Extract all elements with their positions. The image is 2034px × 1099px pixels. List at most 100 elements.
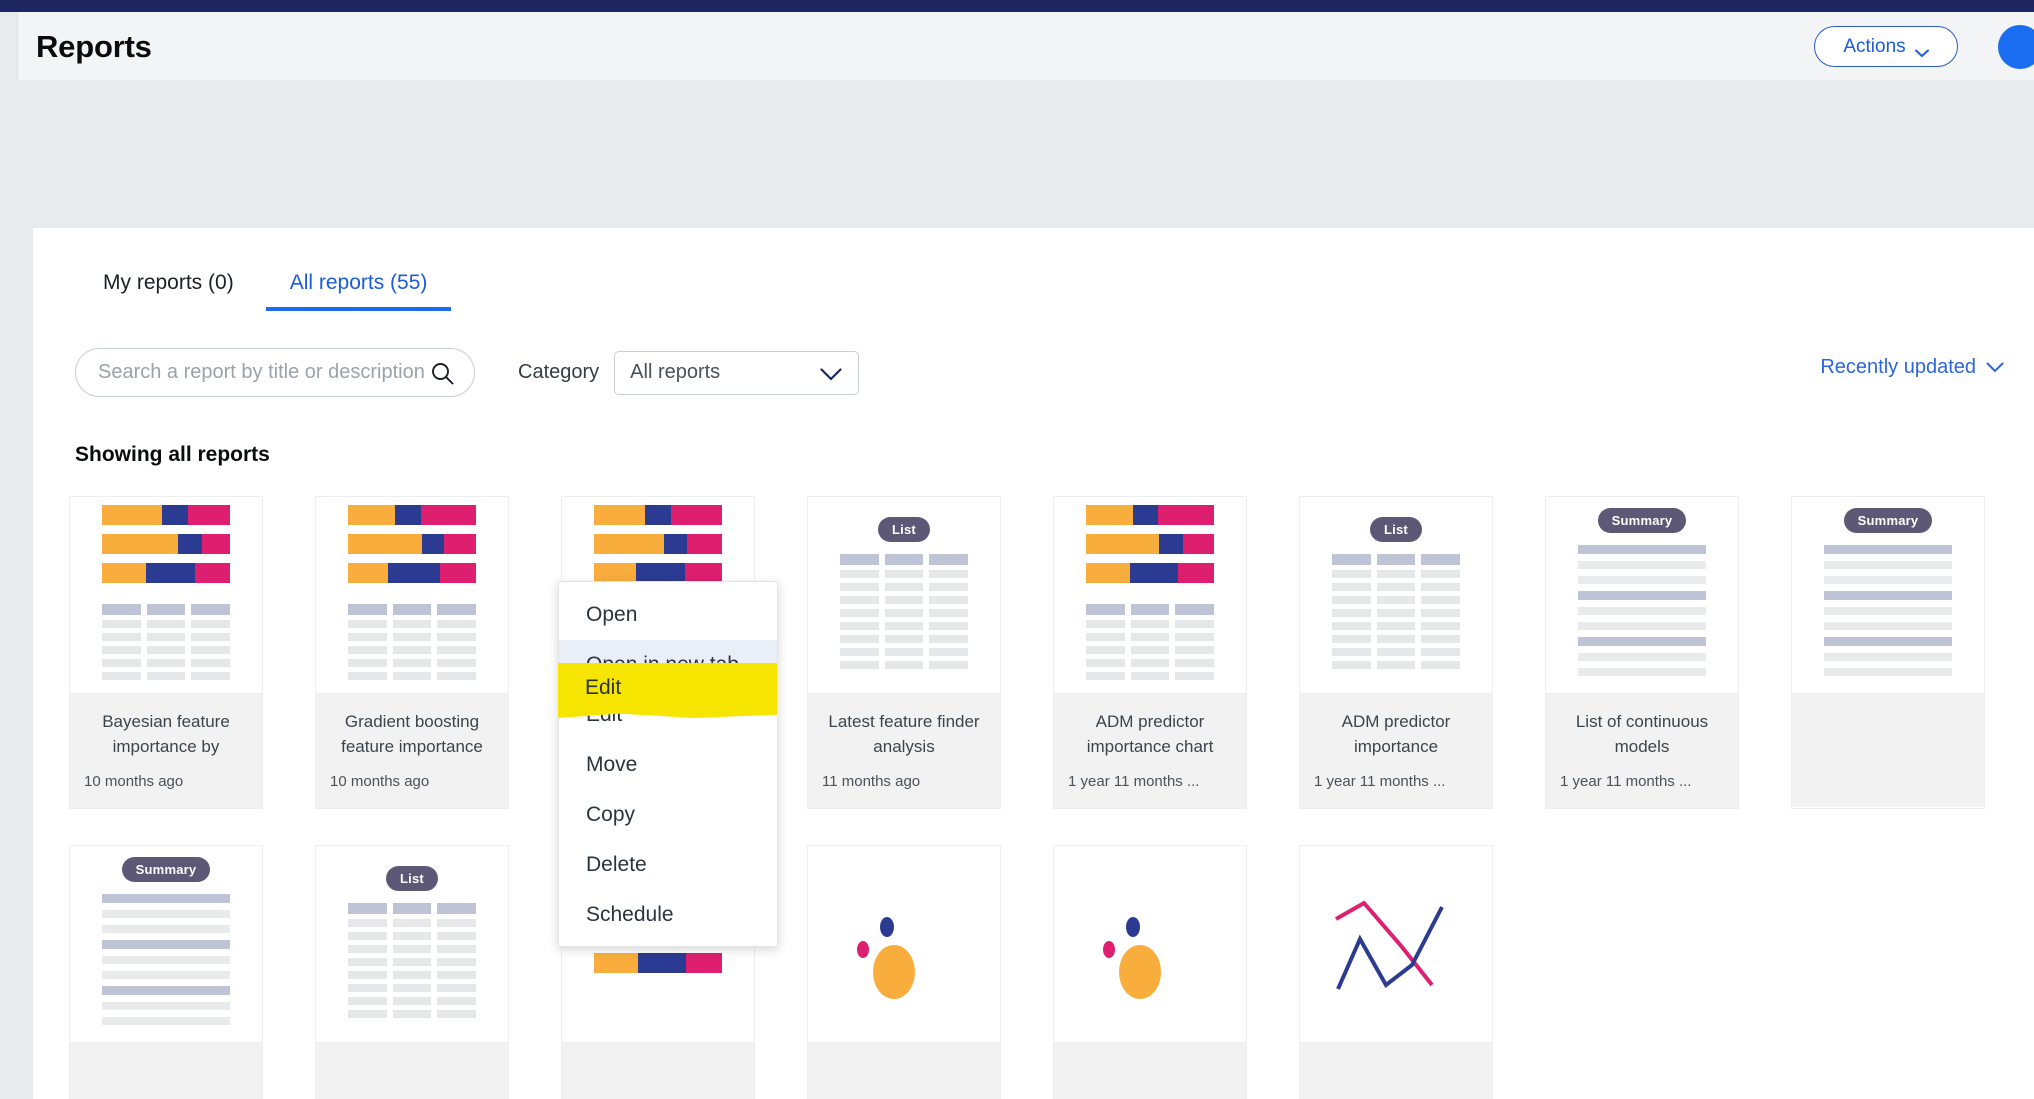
page-background-band <box>0 80 2034 230</box>
status-badge: Summary <box>1843 507 1933 533</box>
report-card[interactable] <box>807 845 1001 1099</box>
report-date: 1 year 11 months ... <box>1314 773 1446 791</box>
sort-label: Recently updated <box>1820 356 1976 378</box>
report-thumbnail <box>1054 846 1246 1044</box>
report-date: 1 year 11 months ... <box>1068 773 1200 791</box>
report-tabs: My reports (0) All reports (55) <box>75 263 455 311</box>
report-meta: List of continuous models 1 year 11 mont… <box>1546 694 1738 809</box>
page-title: Reports <box>36 29 152 64</box>
report-card[interactable]: List <box>315 845 509 1099</box>
category-selected-value: All reports <box>630 361 721 383</box>
report-card[interactable]: Bayesian feature importance by 10 months… <box>69 496 263 810</box>
context-menu-item-open-in-new-tab[interactable]: Open in new tab <box>559 640 777 690</box>
report-date: 10 months ago <box>330 773 430 791</box>
scatter-thumb <box>840 889 968 1000</box>
table-thumb <box>1086 604 1215 685</box>
report-thumbnail: Summary <box>1546 497 1738 694</box>
context-menu-item-copy[interactable]: Copy <box>559 790 777 840</box>
scatter-thumb <box>1086 889 1214 1000</box>
report-meta: Latest feature finder analysis 11 months… <box>808 694 1000 809</box>
reports-page: Reports Actions My reports (0) All repor… <box>0 0 2034 1099</box>
report-meta <box>316 1043 508 1099</box>
filter-row: Category All reports <box>75 348 860 397</box>
search-input[interactable] <box>76 349 474 396</box>
table-thumb <box>1332 553 1461 674</box>
line-chart-thumb <box>1335 900 1444 991</box>
report-date: 10 months ago <box>84 773 184 791</box>
report-title: ADM predictor importance <box>1341 712 1451 756</box>
report-thumbnail <box>808 846 1000 1044</box>
top-navy-bar <box>0 0 2034 12</box>
report-card[interactable]: List ADM predictor importance 1 year 11 … <box>1299 496 1493 810</box>
status-badge: Summary <box>121 856 211 882</box>
report-card[interactable]: List Latest feature finder analysis 11 m… <box>807 496 1001 810</box>
left-gutter <box>0 80 33 1099</box>
report-meta: Gradient boosting feature importance 10 … <box>316 694 508 809</box>
context-menu-item-schedule[interactable]: Schedule <box>559 890 777 940</box>
context-menu-item-delete[interactable]: Delete <box>559 840 777 890</box>
report-date: 11 months ago <box>822 773 921 791</box>
category-label: Category <box>518 361 600 383</box>
chevron-down-icon <box>1986 356 2004 379</box>
reports-grid: Bayesian feature importance by 10 months… <box>53 496 2023 1099</box>
summary-thumb <box>1824 544 1952 683</box>
report-thumbnail <box>1300 846 1492 1044</box>
report-meta <box>808 1043 1000 1099</box>
report-title: ADM predictor importance chart <box>1086 712 1214 756</box>
report-thumbnail: Summary <box>70 846 262 1044</box>
status-badge: Summary <box>1597 507 1687 533</box>
bar-chart-thumb <box>1086 505 1214 592</box>
status-badge: List <box>386 865 438 891</box>
table-thumb <box>840 553 969 674</box>
section-heading: Showing all reports <box>75 443 270 466</box>
report-thumbnail: Summary <box>1792 497 1984 694</box>
summary-thumb <box>1578 544 1706 683</box>
context-menu-item-open[interactable]: Open <box>559 590 777 640</box>
report-meta <box>1300 1043 1492 1099</box>
tab-my-reports[interactable]: My reports (0) <box>75 263 262 311</box>
chevron-down-icon <box>820 367 842 381</box>
report-card[interactable]: Summary <box>69 845 263 1099</box>
report-title: Gradient boosting feature importance <box>341 712 483 756</box>
report-card[interactable]: Gradient boosting feature importance 10 … <box>315 496 509 810</box>
report-thumbnail: List <box>1300 497 1492 694</box>
report-thumbnail: List <box>808 497 1000 694</box>
report-meta <box>1792 694 1984 807</box>
report-title: Latest feature finder analysis <box>828 712 980 756</box>
report-card[interactable] <box>1299 845 1493 1099</box>
actions-button[interactable]: Actions <box>1814 26 1958 67</box>
report-title: List of continuous models <box>1575 712 1709 756</box>
page-header: Reports Actions <box>17 12 2034 80</box>
report-meta <box>562 1043 754 1099</box>
report-title: Bayesian feature importance by <box>102 712 230 756</box>
avatar[interactable] <box>1998 25 2034 69</box>
report-meta: ADM predictor importance 1 year 11 month… <box>1300 694 1492 809</box>
bar-chart-thumb <box>102 505 230 592</box>
reports-panel: My reports (0) All reports (55) Category… <box>33 228 2034 1099</box>
table-thumb <box>102 604 231 685</box>
sort-control[interactable]: Recently updated <box>1820 356 2004 379</box>
chevron-down-icon <box>1914 42 1929 58</box>
report-meta <box>70 1043 262 1099</box>
context-menu-item-move[interactable]: Move <box>559 740 777 790</box>
report-thumbnail: List <box>316 846 508 1044</box>
tab-all-reports[interactable]: All reports (55) <box>262 263 456 311</box>
report-date: 1 year 11 months ... <box>1560 773 1692 791</box>
status-badge: List <box>1370 516 1422 542</box>
context-menu-item-edit[interactable]: Edit <box>559 690 777 740</box>
bar-chart-thumb <box>594 505 722 592</box>
report-card[interactable] <box>1053 845 1247 1099</box>
report-meta <box>1054 1043 1246 1099</box>
report-card[interactable]: Summary List of continuous models 1 year… <box>1545 496 1739 810</box>
search-box[interactable] <box>75 348 475 397</box>
report-card[interactable]: ADM predictor importance chart 1 year 11… <box>1053 496 1247 810</box>
context-menu[interactable]: Open Open in new tab Edit Move Copy Dele… <box>558 581 778 947</box>
report-meta: Bayesian feature importance by 10 months… <box>70 694 262 809</box>
actions-button-label: Actions <box>1843 35 1906 57</box>
category-select[interactable]: All reports <box>614 350 860 395</box>
report-meta: ADM predictor importance chart 1 year 11… <box>1054 694 1246 809</box>
table-thumb <box>348 902 477 1023</box>
report-card[interactable]: Summary <box>1791 496 1985 810</box>
report-thumbnail <box>70 497 262 694</box>
table-thumb <box>348 604 477 685</box>
